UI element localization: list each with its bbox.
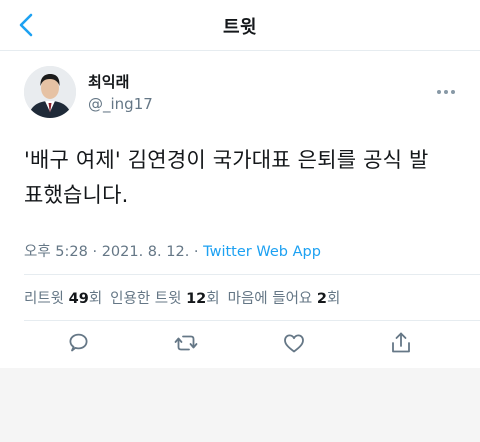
separator-dot: · — [189, 244, 204, 260]
tweet-date[interactable]: 2021. 8. 12. — [102, 244, 190, 260]
quotes-stat[interactable]: 인용한 트윗 12회 — [110, 291, 219, 307]
like-button[interactable] — [281, 330, 307, 356]
tweet-time[interactable]: 오후 5:28 — [24, 244, 88, 260]
heart-icon — [284, 334, 304, 353]
reply-button[interactable] — [65, 330, 91, 356]
share-icon — [392, 332, 410, 353]
retweets-stat[interactable]: 리트윗 49회 — [24, 291, 102, 307]
action-bar — [0, 330, 480, 356]
comment-icon — [69, 333, 88, 352]
quotes-unit: 회 — [206, 291, 220, 307]
likes-stat[interactable]: 마음에 들어요 2회 — [228, 291, 341, 307]
engagement-stats: 리트윗 49회 인용한 트윗 12회 마음에 들어요 2회 — [24, 287, 340, 308]
author-avatar[interactable] — [24, 66, 76, 118]
more-icon — [437, 90, 455, 94]
top-navigation-bar: 트윗 — [0, 0, 480, 51]
divider — [24, 320, 480, 321]
author-name[interactable]: 최익래 — [88, 71, 129, 92]
retweets-count: 49 — [68, 291, 89, 307]
divider — [24, 274, 480, 275]
retweet-button[interactable] — [173, 330, 199, 356]
likes-label: 마음에 들어요 — [227, 291, 313, 307]
tweet-metadata: 오후 5:28 · 2021. 8. 12. · Twitter Web App — [24, 240, 321, 261]
likes-unit: 회 — [326, 291, 341, 307]
tweet-text-line: 표했습니다. — [24, 183, 129, 207]
tweet-text: '배구 여제' 김연경이 국가대표 은퇴를 공식 발 표했습니다. — [24, 143, 464, 213]
likes-count: 2 — [316, 291, 327, 307]
tweet-text-line: '배구 여제' 김연경이 국가대표 은퇴를 공식 발 — [24, 148, 429, 172]
source-app-link[interactable]: Twitter Web App — [203, 244, 321, 260]
more-button[interactable] — [436, 80, 456, 94]
retweet-icon — [174, 335, 198, 351]
page-title: 트윗 — [222, 17, 258, 38]
quotes-count: 12 — [186, 291, 207, 307]
retweets-unit: 회 — [88, 291, 103, 307]
separator-dot: · — [87, 244, 102, 260]
retweets-label: 리트윗 — [24, 291, 65, 307]
author-handle[interactable]: @_ing17 — [88, 95, 153, 113]
quotes-label: 인용한 트윗 — [110, 291, 182, 307]
share-button[interactable] — [388, 330, 414, 356]
tweet-detail-card: 트윗 최익래 @_ing17 '배구 여제' 김연경이 국가대표 은퇴를 공식 … — [0, 0, 480, 368]
avatar-image — [24, 66, 76, 118]
